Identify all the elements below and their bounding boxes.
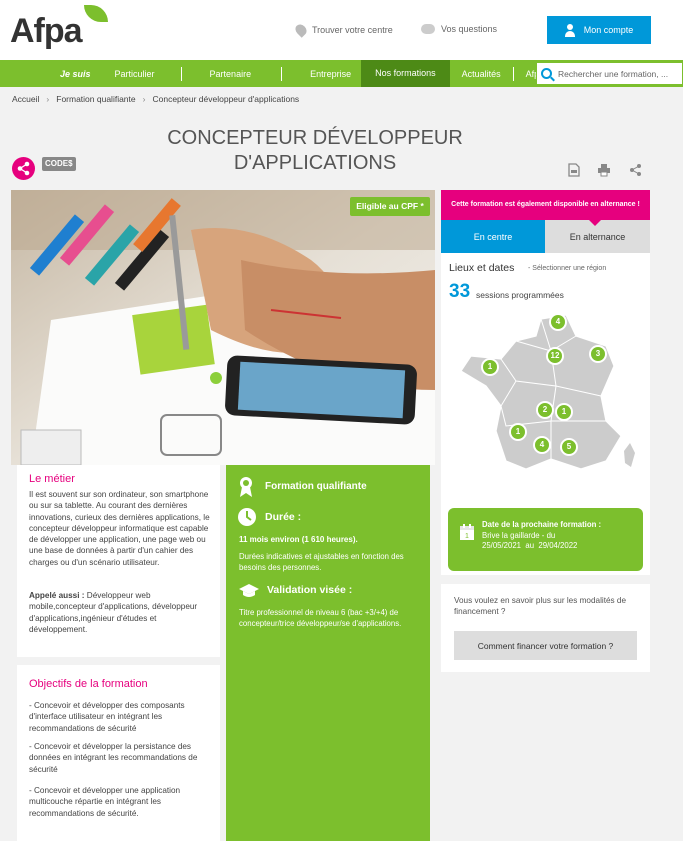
metier-aussi: Appelé aussi : Développeur web mobile,co…: [29, 590, 214, 635]
share-button[interactable]: [12, 157, 35, 180]
map-marker-paca[interactable]: 5: [560, 438, 578, 456]
map-marker-hauts-de-france[interactable]: 4: [549, 313, 567, 331]
codes-badge[interactable]: CODE$: [42, 157, 76, 171]
lieux-title: Lieux et dates: [449, 262, 515, 274]
search-input[interactable]: Rechercher une formation, ...: [536, 62, 683, 85]
map-marker-nouvelle-aquitaine[interactable]: 1: [509, 423, 527, 441]
objectif-item: - Concevoir et développer une applicatio…: [29, 786, 181, 818]
breadcrumb-chevron-icon: ›: [46, 94, 50, 104]
objectifs-heading: Objectifs de la formation: [29, 678, 148, 690]
user-icon: [564, 23, 575, 37]
breadcrumb: Accueil › Formation qualifiante › Concep…: [12, 94, 299, 104]
validation-label: Validation visée :: [267, 584, 353, 596]
metier-card: Le métier Il est souvent sur son ordinat…: [17, 465, 220, 657]
banner-pointer-icon: [589, 220, 601, 226]
nav-je-suis: Je suis: [60, 68, 91, 79]
aussi-label: Appelé aussi :: [29, 591, 85, 600]
financing-button[interactable]: Comment financer votre formation ?: [454, 631, 637, 660]
duree-note: Durées indicatives et ajustables en fonc…: [239, 552, 404, 572]
clock-icon: [238, 508, 256, 526]
next-session-card[interactable]: 1 Date de la prochaine formation : Brive…: [448, 508, 643, 571]
financing-question: Vous voulez en savoir plus sur les modal…: [454, 596, 627, 617]
france-map[interactable]: [456, 311, 636, 481]
account-button-label: Mon compte: [583, 25, 634, 35]
graduation-cap-icon: [239, 584, 259, 597]
objectifs-card: Objectifs de la formation - Concevoir et…: [17, 665, 220, 841]
site-header: Afpa Trouver votre centre Vos questions …: [0, 0, 683, 60]
calendar-icon: 1: [460, 524, 474, 540]
map-marker-centre[interactable]: 1: [555, 403, 573, 421]
map-marker-occitanie[interactable]: 4: [533, 436, 551, 454]
nav-nos-formations[interactable]: Nos formations: [361, 60, 450, 87]
next-session-title: Date de la prochaine formation :: [482, 520, 602, 529]
next-session-place: Brive la gaillarde - du: [482, 530, 556, 540]
metier-paragraph: Il est souvent sur son ordinateur, son s…: [29, 490, 210, 567]
questions-label: Vos questions: [441, 24, 498, 34]
next-session-dates: 25/05/2021 au 29/04/2022: [482, 541, 578, 550]
nav-particulier[interactable]: Particulier: [103, 66, 182, 81]
alternance-banner: Cette formation est également disponible…: [441, 190, 650, 220]
breadcrumb-current: Concepteur développeur d'applications: [152, 94, 300, 104]
map-marker-nouvelle-aquitaine-north[interactable]: 2: [536, 401, 554, 419]
title-line-2: D'APPLICATIONS: [233, 152, 397, 174]
breadcrumb-chevron-icon: ›: [142, 94, 146, 104]
sessions-count: 33: [449, 281, 471, 302]
award-ribbon-icon: [240, 477, 252, 497]
share-icon: [17, 161, 30, 176]
nav-entreprise[interactable]: Entreprise: [282, 67, 361, 81]
search-icon[interactable]: [541, 68, 552, 79]
account-button[interactable]: Mon compte: [547, 16, 651, 44]
location-pin-icon: [293, 22, 309, 38]
map-marker-grand-est[interactable]: 3: [589, 345, 607, 363]
afpa-logo[interactable]: Afpa: [10, 12, 83, 51]
breadcrumb-formation-qualifiante[interactable]: Formation qualifiante: [56, 94, 135, 104]
search-placeholder: Rechercher une formation, ...: [558, 68, 669, 79]
pdf-download-icon[interactable]: [567, 163, 581, 177]
formation-type: Formation qualifiante: [265, 481, 367, 492]
svg-text:1: 1: [465, 533, 469, 540]
sessions-label: sessions programmées: [476, 290, 564, 300]
share-alt-icon[interactable]: [629, 163, 643, 177]
find-center-label: Trouver votre centre: [312, 25, 393, 35]
lieux-hint: - Sélectionner une région: [528, 265, 607, 272]
chat-bubble-icon: [421, 24, 435, 34]
validation-text: Titre professionnel de niveau 6 (bac +3/…: [239, 608, 402, 629]
print-icon[interactable]: [597, 163, 611, 177]
nav-actualites[interactable]: Actualités: [450, 66, 514, 81]
page-title: CONCEPTEUR DÉVELOPPEUR D'APPLICATIONS: [150, 126, 480, 176]
metier-heading: Le métier: [29, 473, 75, 485]
map-marker-ile-de-france[interactable]: 12: [546, 347, 564, 365]
map-marker-bretagne[interactable]: 1: [481, 358, 499, 376]
duree-label: Durée :: [265, 511, 302, 523]
desk-illustration: [11, 190, 435, 465]
title-line-1: CONCEPTEUR DÉVELOPPEUR: [167, 127, 463, 149]
hero-photo: [11, 190, 435, 465]
cpf-badge: Eligible au CPF *: [350, 197, 430, 216]
questions-link[interactable]: Vos questions: [421, 24, 497, 34]
find-center-link[interactable]: Trouver votre centre: [293, 22, 393, 38]
tab-en-centre[interactable]: En centre: [441, 220, 545, 253]
duree-value: 11 mois environ (1 610 heures).: [239, 535, 358, 544]
logo-leaf-icon: [84, 5, 108, 22]
mode-tabs: En centre En alternance: [441, 220, 650, 253]
objectif-item: - Concevoir et développer la persistance…: [29, 742, 198, 774]
nav-partenaire[interactable]: Partenaire: [182, 66, 283, 81]
objectif-item: - Concevoir et développer des composants…: [29, 701, 185, 733]
formation-info-panel: Formation qualifiante Durée : 11 mois en…: [226, 465, 430, 841]
breadcrumb-home[interactable]: Accueil: [12, 94, 39, 104]
